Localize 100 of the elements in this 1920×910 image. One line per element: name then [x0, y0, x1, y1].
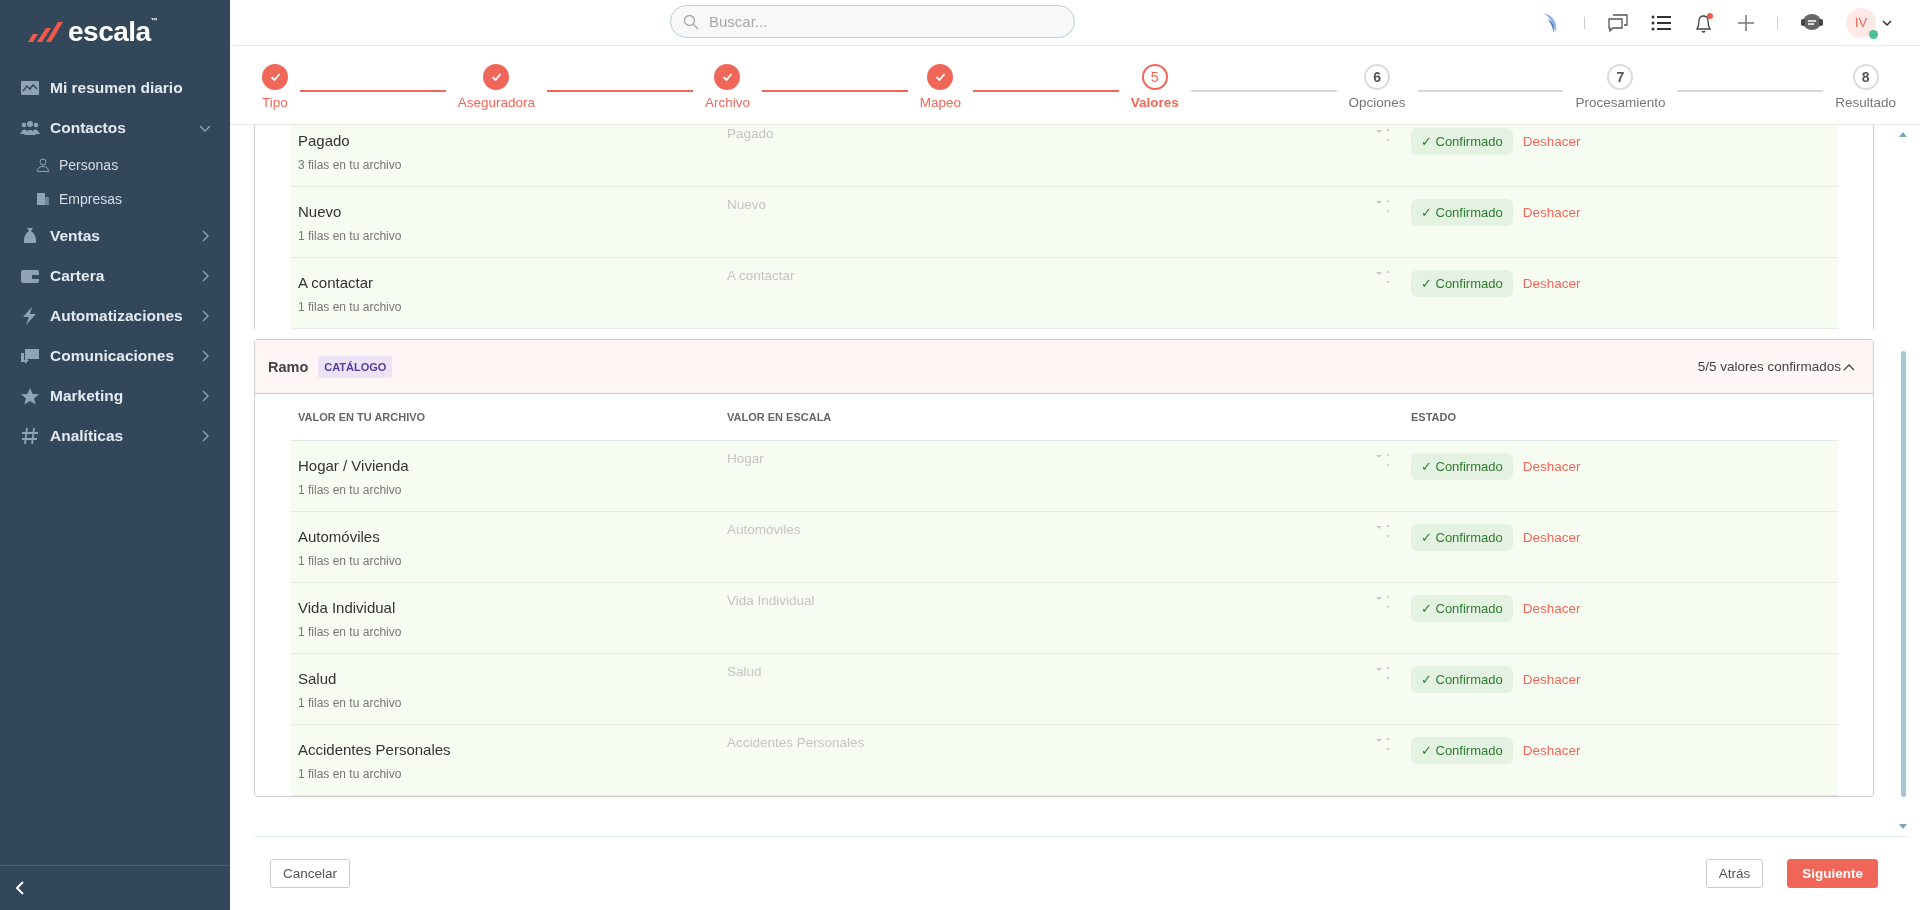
- back-button[interactable]: Atrás: [1705, 859, 1764, 888]
- card-title: Ramo: [268, 358, 309, 375]
- undo-link[interactable]: Deshacer: [1522, 666, 1581, 693]
- value-select[interactable]: Hogar: [727, 441, 1411, 511]
- nav-subitem[interactable]: Personas: [0, 148, 230, 182]
- nav-item[interactable]: Automatizaciones: [0, 296, 230, 336]
- step-circle: 7: [1607, 64, 1634, 90]
- value-select[interactable]: Vida Individual: [727, 583, 1411, 653]
- nav-item[interactable]: Ventas: [0, 216, 230, 256]
- status-badge: ✓ Confirmado: [1411, 128, 1513, 155]
- logo-text: escala$^{™}$: [68, 16, 158, 48]
- nav-item[interactable]: Contactos: [0, 108, 230, 148]
- nav-icon: [20, 267, 40, 285]
- status-badge: ✓ Confirmado: [1411, 453, 1513, 480]
- list-icon[interactable]: [1651, 14, 1671, 31]
- nav-item[interactable]: Cartera: [0, 256, 230, 296]
- undo-link[interactable]: Deshacer: [1522, 128, 1581, 155]
- dropdown-icon: [1375, 522, 1393, 540]
- status-badge: ✓ Confirmado: [1411, 666, 1513, 693]
- dropdown-icon: [1375, 197, 1393, 215]
- value-select[interactable]: Pagado: [727, 125, 1411, 186]
- status-badge: ✓ Confirmado: [1411, 524, 1513, 551]
- step-label: Mapeo: [919, 95, 961, 110]
- step-label: Resultado: [1835, 95, 1896, 110]
- undo-link[interactable]: Deshacer: [1522, 199, 1581, 226]
- person-icon: [36, 158, 50, 172]
- row-count: 1 filas en tu archivo: [298, 229, 403, 243]
- plus-icon[interactable]: [1737, 13, 1755, 32]
- step-label: Valores: [1130, 95, 1179, 110]
- nav-icon: [20, 119, 40, 137]
- check-icon: [721, 72, 733, 82]
- scroll-up-icon[interactable]: [1899, 131, 1907, 137]
- value-name: Accidentes Personales: [298, 741, 452, 758]
- bell-icon[interactable]: [1693, 11, 1715, 34]
- undo-link[interactable]: Deshacer: [1522, 270, 1581, 297]
- status-badge: ✓ Confirmado: [1411, 270, 1513, 297]
- check-icon: [490, 72, 502, 82]
- nav-icon: [20, 387, 40, 405]
- nav-icon: [20, 79, 40, 97]
- chevron-up-icon: [1843, 362, 1855, 371]
- value-select[interactable]: A contactar: [727, 258, 1411, 328]
- dropdown-icon: [1375, 451, 1393, 469]
- nav-item[interactable]: Mi resumen diario: [0, 68, 230, 108]
- dropdown-icon: [1375, 126, 1393, 144]
- dropdown-icon: [1375, 268, 1393, 286]
- value-name: A contactar: [298, 274, 375, 291]
- step-label: Tipo: [262, 95, 288, 110]
- value-select[interactable]: Automóviles: [727, 512, 1411, 582]
- column-header: VALOR EN ESCALA: [727, 411, 833, 423]
- user-avatar[interactable]: IV: [1846, 7, 1876, 38]
- step-label: Opciones: [1348, 95, 1406, 110]
- value-name: Pagado: [298, 132, 351, 149]
- value-select[interactable]: Salud: [727, 654, 1411, 724]
- row-count: 1 filas en tu archivo: [298, 483, 403, 497]
- nav-item[interactable]: Marketing: [0, 376, 230, 416]
- status-badge: ✓ Confirmado: [1411, 737, 1513, 764]
- undo-link[interactable]: Deshacer: [1522, 453, 1581, 480]
- value-select[interactable]: Nuevo: [727, 187, 1411, 257]
- column-header: ESTADO: [1411, 411, 1458, 423]
- nav-item[interactable]: Comunicaciones: [0, 336, 230, 376]
- caret-icon[interactable]: [1882, 18, 1892, 27]
- nav-subitem[interactable]: Empresas: [0, 182, 230, 216]
- row-count: 1 filas en tu archivo: [298, 696, 403, 710]
- nav-item[interactable]: Analíticas: [0, 416, 230, 456]
- step-label: Archivo: [704, 95, 750, 110]
- row-count: 1 filas en tu archivo: [298, 300, 403, 314]
- search-input[interactable]: Buscar...: [707, 12, 1062, 31]
- nav-icon: [20, 347, 40, 365]
- row-count: 1 filas en tu archivo: [298, 767, 403, 781]
- dropdown-icon: [1375, 664, 1393, 682]
- undo-link[interactable]: Deshacer: [1522, 737, 1581, 764]
- next-button[interactable]: Siguiente: [1787, 859, 1878, 888]
- scroll-down-icon[interactable]: [1899, 824, 1907, 830]
- cancel-button[interactable]: Cancelar: [270, 859, 351, 888]
- status-badge: ✓ Confirmado: [1411, 199, 1513, 226]
- search-field[interactable]: Buscar...: [670, 5, 1075, 38]
- step-label: Procesamiento: [1575, 95, 1666, 110]
- row-count: 3 filas en tu archivo: [298, 158, 403, 172]
- search-icon: [683, 13, 699, 30]
- chat-icon[interactable]: [1607, 12, 1629, 33]
- step-circle: 6: [1364, 64, 1391, 90]
- column-header: VALOR EN TU ARCHIVO: [298, 411, 427, 423]
- row-count: 1 filas en tu archivo: [298, 625, 403, 639]
- card-header[interactable]: Ramo CATÁLOGO 5/5 valores confirmados: [255, 340, 1873, 394]
- dropdown-icon: [1375, 735, 1393, 753]
- nav-icon: [20, 427, 40, 445]
- undo-link[interactable]: Deshacer: [1522, 524, 1581, 551]
- value-name: Hogar / Vivienda: [298, 457, 410, 474]
- value-name: Automóviles: [298, 528, 381, 545]
- status-badge: ✓ Confirmado: [1411, 595, 1513, 622]
- building-icon: [36, 192, 50, 206]
- dropdown-icon: [1375, 593, 1393, 611]
- summary-text: 5/5 valores confirmados: [1697, 359, 1841, 374]
- step-circle: 5: [1141, 64, 1168, 90]
- catalog-tag: CATÁLOGO: [318, 355, 393, 378]
- collapse-icon[interactable]: [14, 881, 26, 895]
- value-name: Nuevo: [298, 203, 343, 220]
- undo-link[interactable]: Deshacer: [1522, 595, 1581, 622]
- value-select[interactable]: Accidentes Personales: [727, 725, 1411, 795]
- step-circle: 8: [1852, 64, 1879, 90]
